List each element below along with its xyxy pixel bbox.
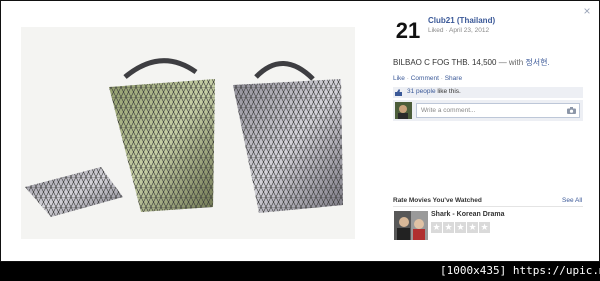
- club21-logo-icon: 21: [394, 14, 422, 44]
- action-separator: ·: [406, 75, 409, 82]
- avatar: [395, 102, 412, 119]
- like-link[interactable]: Like: [393, 75, 405, 82]
- likes-text: 31 people like this.: [407, 88, 461, 95]
- thumbs-up-icon: [395, 89, 402, 96]
- watermark-text: [1000x435] https://upic.me/: [440, 264, 600, 277]
- movie-poster[interactable]: [394, 211, 428, 240]
- see-all-link[interactable]: See All: [562, 197, 582, 204]
- star-rating[interactable]: ★ ★ ★ ★ ★: [431, 222, 490, 233]
- camera-icon[interactable]: [567, 107, 576, 114]
- post-caption: BILBAO C FOG THB. 14,500 — with 정서현.: [393, 57, 550, 68]
- post-actions: Like · Comment · Share: [393, 75, 462, 82]
- liked-status[interactable]: Liked: [428, 27, 444, 34]
- bags-image: [25, 58, 343, 217]
- comment-input[interactable]: Write a comment...: [416, 103, 580, 118]
- photo-area: [1, 1, 385, 259]
- caption-with: — with: [498, 58, 524, 67]
- post-date[interactable]: April 23, 2012: [449, 27, 489, 34]
- likes-suffix: like this.: [437, 88, 461, 95]
- close-icon[interactable]: ×: [580, 4, 594, 18]
- star-icon[interactable]: ★: [479, 222, 490, 233]
- product-photo[interactable]: [21, 27, 355, 239]
- movie-title[interactable]: Shark - Korean Drama: [431, 211, 505, 218]
- comment-link[interactable]: Comment: [411, 75, 439, 82]
- logo-text: 21: [396, 18, 420, 43]
- star-icon[interactable]: ★: [443, 222, 454, 233]
- caption-text: BILBAO C FOG THB. 14,500: [393, 58, 497, 67]
- comment-placeholder: Write a comment...: [421, 107, 476, 114]
- star-icon[interactable]: ★: [455, 222, 466, 233]
- rate-movies-heading: Rate Movies You've Watched: [393, 197, 482, 204]
- likes-count-link[interactable]: 31 people: [407, 88, 436, 95]
- divider: [393, 206, 583, 207]
- action-separator: ·: [440, 75, 443, 82]
- tagged-person-link[interactable]: 정서현.: [525, 58, 549, 67]
- page-logo[interactable]: 21: [394, 14, 422, 44]
- comment-composer: Write a comment...: [393, 100, 583, 121]
- share-link[interactable]: Share: [445, 75, 462, 82]
- star-icon[interactable]: ★: [467, 222, 478, 233]
- movie-poster-image: [394, 211, 428, 240]
- post-meta: Liked · April 23, 2012: [428, 27, 489, 34]
- likes-summary: 31 people like this.: [393, 87, 583, 98]
- page-name-link[interactable]: Club21 (Thailand): [428, 16, 495, 25]
- star-icon[interactable]: ★: [431, 222, 442, 233]
